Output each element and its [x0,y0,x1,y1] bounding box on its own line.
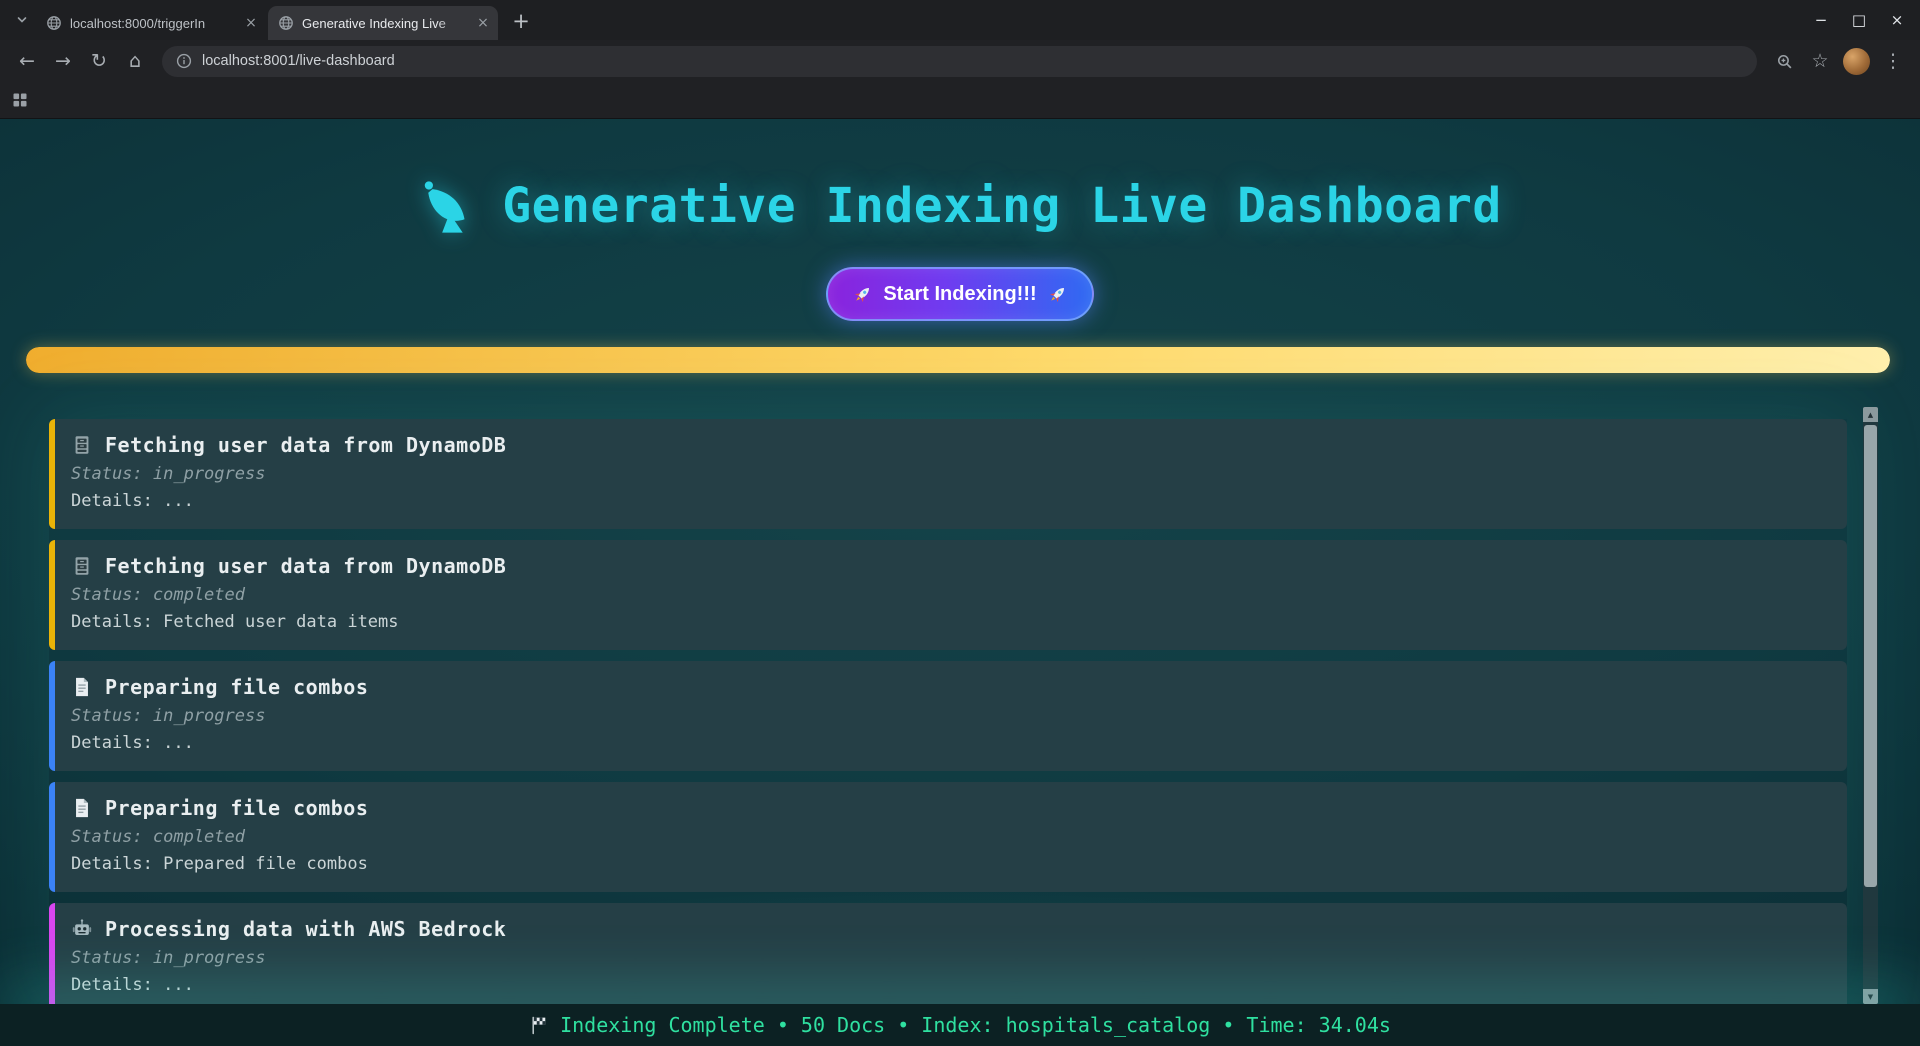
reload-button[interactable]: ↻ [82,44,116,78]
progress-bar [26,347,1890,373]
lens-icon [1776,53,1793,70]
event-title: Fetching user data from DynamoDB [105,554,507,578]
tab-search-button[interactable] [8,0,36,40]
satellite-dish-icon [418,177,476,235]
browser-menu-button[interactable]: ⋮ [1876,44,1910,78]
events-scrollbar[interactable]: ▲ ▼ [1863,407,1878,1004]
forward-button[interactable]: → [46,44,80,78]
event-title: Preparing file combos [105,675,369,699]
browser-toolbar: ← → ↻ ⌂ localhost:8001/live-dashboard ☆ … [0,40,1920,82]
events-list: Fetching user data from DynamoDB Status:… [49,419,1847,1004]
scroll-down-arrow[interactable]: ▼ [1863,989,1878,1004]
cabinet-icon [71,555,93,577]
event-title: Preparing file combos [105,796,369,820]
maximize-button[interactable]: □ [1840,0,1878,40]
event-card: Processing data with AWS Bedrock Status:… [49,903,1847,1004]
event-details: Details: ... [71,733,194,753]
globe-icon [46,15,62,31]
tab-close-icon[interactable]: × [242,14,260,32]
rocket-icon [852,284,873,305]
scroll-up-arrow[interactable]: ▲ [1863,407,1878,422]
event-card: Preparing file combos Status: in_progres… [49,661,1847,771]
tab-live-dashboard[interactable]: Generative Indexing Live × [268,6,498,40]
event-details: Details: ... [71,975,194,995]
event-details: Details: Prepared file combos [71,854,368,874]
event-status: Status: in_progress [71,464,266,484]
tab-strip: localhost:8000/triggerIn × Generative In… [0,0,1920,40]
robot-icon [71,918,93,940]
page-title: Generative Indexing Live Dashboard [502,178,1502,234]
progress-fill [26,347,1890,373]
rocket-icon [1047,284,1068,305]
chevron-down-icon [16,14,28,26]
scrollbar-thumb[interactable] [1864,425,1877,887]
back-button[interactable]: ← [10,44,44,78]
globe-icon [278,15,294,31]
cabinet-icon [71,434,93,456]
event-card: Fetching user data from DynamoDB Status:… [49,419,1847,529]
window-controls: − □ × [1802,0,1916,40]
tab-title: localhost:8000/triggerIn [70,15,206,31]
event-details: Details: ... [71,491,194,511]
tab-title: Generative Indexing Live [302,15,446,31]
live-dashboard-page: Generative Indexing Live Dashboard Start… [0,119,1920,1046]
apps-grid-icon[interactable] [12,92,28,108]
bookmark-star-button[interactable]: ☆ [1803,44,1837,78]
zoom-lens-button[interactable] [1767,44,1801,78]
status-bar-text: Indexing Complete • 50 Docs • Index: hos… [560,1013,1391,1037]
info-icon[interactable] [176,53,192,69]
home-button[interactable]: ⌂ [118,44,152,78]
event-status: Status: in_progress [71,948,266,968]
event-title: Processing data with AWS Bedrock [105,917,507,941]
event-title: Fetching user data from DynamoDB [105,433,507,457]
address-bar[interactable]: localhost:8001/live-dashboard [162,45,1757,77]
profile-avatar[interactable] [1843,47,1870,75]
close-button[interactable]: × [1878,0,1916,40]
event-status: Status: completed [71,585,245,605]
checkered-flag-icon [529,1015,550,1036]
document-icon [71,676,93,698]
event-card: Preparing file combos Status: completed … [49,782,1847,892]
new-tab-button[interactable]: + [506,6,536,36]
event-status: Status: in_progress [71,706,266,726]
url-text: localhost:8001/live-dashboard [202,53,395,69]
status-bar: Indexing Complete • 50 Docs • Index: hos… [0,1004,1920,1046]
event-status: Status: completed [71,827,245,847]
tab-trigger-indexing[interactable]: localhost:8000/triggerIn × [36,6,266,40]
document-icon [71,797,93,819]
page-header: Generative Indexing Live Dashboard [0,119,1920,235]
event-details: Details: Fetched user data items [71,612,399,632]
minimize-button[interactable]: − [1802,0,1840,40]
event-card: Fetching user data from DynamoDB Status:… [49,540,1847,650]
start-indexing-button[interactable]: Start Indexing!!! [826,267,1094,321]
start-indexing-label: Start Indexing!!! [883,282,1037,305]
tab-close-icon[interactable]: × [474,14,492,32]
bookmarks-bar [0,82,1920,119]
